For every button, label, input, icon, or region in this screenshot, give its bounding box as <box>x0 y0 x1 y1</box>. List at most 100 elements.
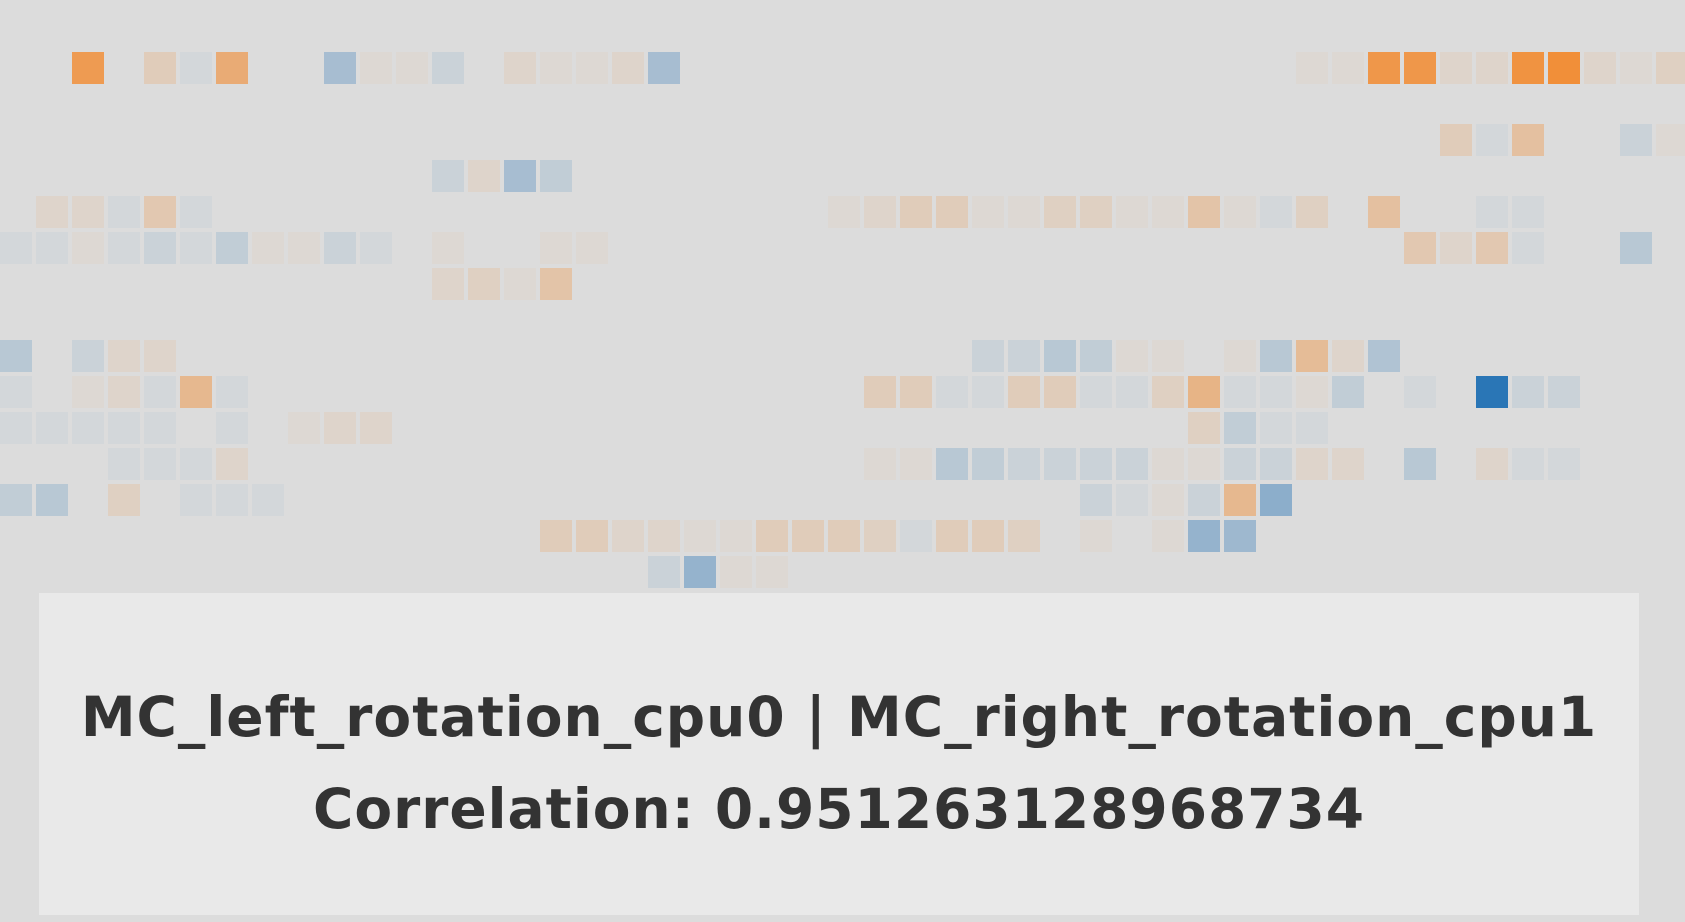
heatmap-cell[interactable] <box>1512 196 1544 228</box>
heatmap-cell[interactable] <box>1404 232 1436 264</box>
heatmap-cell[interactable] <box>1224 484 1256 516</box>
heatmap-cell[interactable] <box>1080 340 1112 372</box>
heatmap-cell[interactable] <box>0 484 32 516</box>
heatmap-cell[interactable] <box>1260 196 1292 228</box>
heatmap-cell[interactable] <box>72 52 104 84</box>
heatmap-cell[interactable] <box>756 556 788 588</box>
heatmap-cell[interactable] <box>1008 448 1040 480</box>
heatmap-cell[interactable] <box>1476 376 1508 408</box>
heatmap-cell[interactable] <box>1296 412 1328 444</box>
heatmap-cell[interactable] <box>1224 448 1256 480</box>
heatmap-cell[interactable] <box>72 196 104 228</box>
heatmap-cell[interactable] <box>468 160 500 192</box>
heatmap-cell[interactable] <box>900 376 932 408</box>
heatmap-cell[interactable] <box>108 340 140 372</box>
heatmap-cell[interactable] <box>144 52 176 84</box>
heatmap-cell[interactable] <box>216 232 248 264</box>
heatmap-cell[interactable] <box>972 376 1004 408</box>
heatmap-cell[interactable] <box>1116 376 1148 408</box>
heatmap-cell[interactable] <box>1548 448 1580 480</box>
heatmap-cell[interactable] <box>936 520 968 552</box>
heatmap-cell[interactable] <box>1548 52 1580 84</box>
heatmap-cell[interactable] <box>144 412 176 444</box>
heatmap-cell[interactable] <box>144 232 176 264</box>
heatmap-cell[interactable] <box>1116 484 1148 516</box>
heatmap-cell[interactable] <box>540 52 572 84</box>
heatmap-cell[interactable] <box>504 268 536 300</box>
heatmap-cell[interactable] <box>936 376 968 408</box>
heatmap-cell[interactable] <box>1188 412 1220 444</box>
heatmap-cell[interactable] <box>1224 340 1256 372</box>
heatmap-cell[interactable] <box>1080 484 1112 516</box>
heatmap-cell[interactable] <box>1224 376 1256 408</box>
heatmap-cell[interactable] <box>1044 376 1076 408</box>
heatmap-cell[interactable] <box>180 232 212 264</box>
heatmap-cell[interactable] <box>360 412 392 444</box>
heatmap-cell[interactable] <box>1296 52 1328 84</box>
heatmap-cell[interactable] <box>108 412 140 444</box>
heatmap-cell[interactable] <box>576 52 608 84</box>
heatmap-cell[interactable] <box>576 232 608 264</box>
heatmap-cell[interactable] <box>216 52 248 84</box>
heatmap-cell[interactable] <box>1260 376 1292 408</box>
heatmap-cell[interactable] <box>972 448 1004 480</box>
heatmap-cell[interactable] <box>1512 52 1544 84</box>
heatmap-cell[interactable] <box>1332 52 1364 84</box>
heatmap-cell[interactable] <box>36 412 68 444</box>
heatmap-cell[interactable] <box>1656 52 1685 84</box>
heatmap-cell[interactable] <box>900 448 932 480</box>
heatmap-cell[interactable] <box>1080 520 1112 552</box>
heatmap-cell[interactable] <box>828 196 860 228</box>
heatmap-cell[interactable] <box>108 484 140 516</box>
heatmap-cell[interactable] <box>144 196 176 228</box>
heatmap-cell[interactable] <box>864 376 896 408</box>
heatmap-cell[interactable] <box>108 448 140 480</box>
heatmap-cell[interactable] <box>180 484 212 516</box>
heatmap-cell[interactable] <box>1008 196 1040 228</box>
heatmap-cell[interactable] <box>1188 196 1220 228</box>
heatmap-cell[interactable] <box>1296 376 1328 408</box>
heatmap-cell[interactable] <box>0 340 32 372</box>
heatmap-cell[interactable] <box>1332 448 1364 480</box>
heatmap-cell[interactable] <box>900 196 932 228</box>
heatmap-cell[interactable] <box>180 52 212 84</box>
heatmap-cell[interactable] <box>1152 448 1184 480</box>
heatmap-cell[interactable] <box>1620 52 1652 84</box>
heatmap-cell[interactable] <box>720 520 752 552</box>
heatmap-cell[interactable] <box>1368 52 1400 84</box>
heatmap-cell[interactable] <box>1260 448 1292 480</box>
heatmap-cell[interactable] <box>432 268 464 300</box>
heatmap-cell[interactable] <box>648 556 680 588</box>
heatmap-cell[interactable] <box>144 448 176 480</box>
heatmap-cell[interactable] <box>288 232 320 264</box>
heatmap-cell[interactable] <box>936 448 968 480</box>
heatmap-cell[interactable] <box>1044 196 1076 228</box>
heatmap-cell[interactable] <box>0 412 32 444</box>
heatmap-cell[interactable] <box>1188 484 1220 516</box>
heatmap-cell[interactable] <box>252 232 284 264</box>
heatmap-cell[interactable] <box>1044 448 1076 480</box>
heatmap-cell[interactable] <box>684 520 716 552</box>
heatmap-cell[interactable] <box>1476 124 1508 156</box>
heatmap-cell[interactable] <box>1368 196 1400 228</box>
heatmap-cell[interactable] <box>540 520 572 552</box>
heatmap-cell[interactable] <box>180 448 212 480</box>
heatmap-cell[interactable] <box>36 484 68 516</box>
heatmap-cell[interactable] <box>1260 484 1292 516</box>
heatmap-cell[interactable] <box>1260 412 1292 444</box>
heatmap-cell[interactable] <box>1188 520 1220 552</box>
heatmap-cell[interactable] <box>1116 196 1148 228</box>
heatmap-cell[interactable] <box>1476 448 1508 480</box>
heatmap-cell[interactable] <box>540 160 572 192</box>
heatmap-cell[interactable] <box>1476 232 1508 264</box>
heatmap-cell[interactable] <box>1296 448 1328 480</box>
heatmap-cell[interactable] <box>1224 412 1256 444</box>
heatmap-cell[interactable] <box>1332 376 1364 408</box>
heatmap-cell[interactable] <box>1512 124 1544 156</box>
heatmap-cell[interactable] <box>108 376 140 408</box>
heatmap-cell[interactable] <box>0 376 32 408</box>
heatmap-cell[interactable] <box>576 520 608 552</box>
heatmap-cell[interactable] <box>972 520 1004 552</box>
heatmap-cell[interactable] <box>72 412 104 444</box>
heatmap-cell[interactable] <box>1440 124 1472 156</box>
